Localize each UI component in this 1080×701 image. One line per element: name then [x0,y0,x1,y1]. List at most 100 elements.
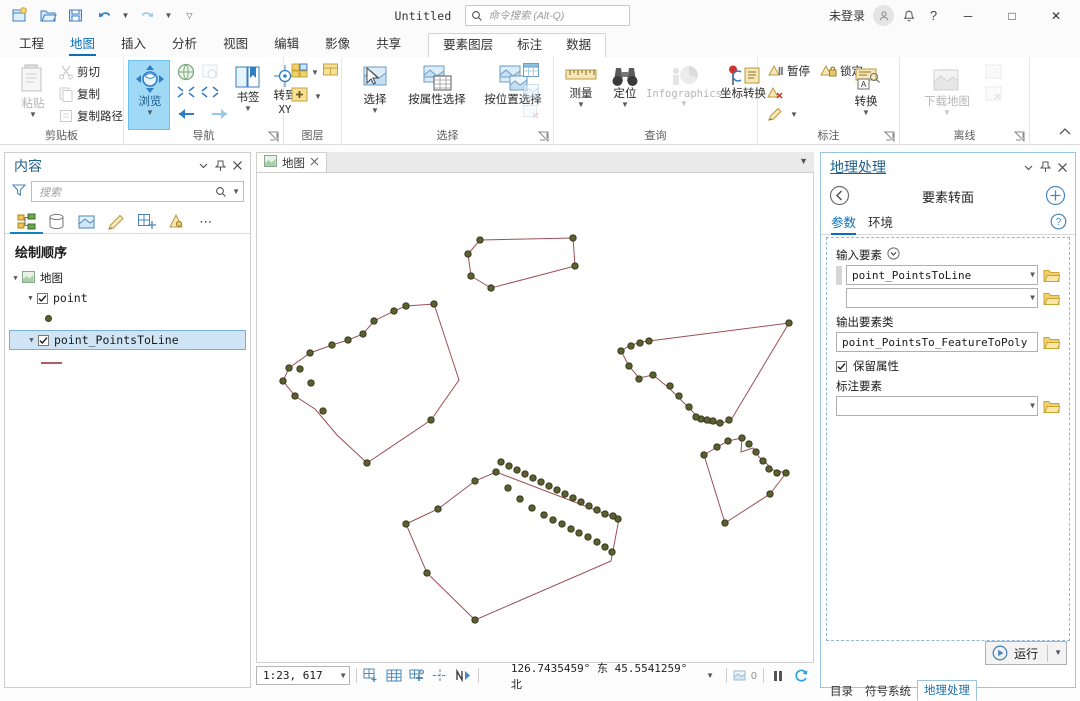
input-features-collapse-icon[interactable] [887,247,900,263]
maximize-button[interactable]: □ [990,0,1034,31]
coordinate-units-dropdown-icon[interactable]: ▼ [706,671,714,680]
labeling-dialog-launcher[interactable] [883,131,895,143]
measure-dropdown-icon[interactable]: ▼ [577,101,585,109]
selected-features-indicator[interactable]: 0 [733,669,757,683]
ribbon-tab-insert[interactable]: 插入 [108,30,159,57]
run-button[interactable]: 运行 ▼ [985,641,1067,665]
input-features-browse-2[interactable] [1042,289,1060,307]
contents-panel-menu-icon[interactable] [195,156,212,176]
add-data-icon[interactable] [363,667,380,685]
convert-labels-button[interactable]: A 转换 ▼ [840,67,892,117]
command-search-input[interactable]: 命令搜索 (Alt-Q) [465,5,631,26]
zoom-to-selection-button[interactable] [522,83,540,102]
toc-tab-editing[interactable] [103,210,130,233]
label-features-combo[interactable]: ▼ [836,396,1038,416]
sync-map-button[interactable] [984,63,1004,84]
bottom-tab-catalog[interactable]: 目录 [824,682,859,701]
download-map-dropdown-icon[interactable]: ▼ [943,109,951,117]
map-tab-overflow-icon[interactable]: ▼ [799,156,808,166]
preserve-attributes-checkbox[interactable] [836,360,847,372]
paste-button[interactable]: 粘贴 ▼ [8,63,58,119]
expand-triangle-icon[interactable]: ▼ [24,294,37,302]
clear-selection-button[interactable] [522,104,540,123]
scale-dropdown-icon[interactable]: ▼ [341,671,346,680]
label-features-browse[interactable] [1042,397,1060,415]
copy-path-button[interactable]: 复制路径 [58,108,123,124]
map-scale-selector[interactable]: 1:23, 617 ▼ [256,666,350,685]
select-by-attribute-button[interactable]: 按属性选择 [400,63,474,107]
back-button[interactable] [829,185,851,207]
toc-tab-labeling[interactable] [163,210,190,233]
toc-checkbox-point-pointstoline[interactable] [38,334,49,346]
attribute-table-button[interactable] [522,62,540,81]
fixed-zoom-in-button[interactable] [200,62,220,85]
tab-parameters[interactable]: 参数 [831,212,857,235]
ribbon-tab-project[interactable]: 工程 [6,30,57,57]
new-layer-dropdown-icon[interactable]: ▼ [314,93,322,101]
toc-tab-selection[interactable] [73,210,100,233]
output-feature-class-input[interactable]: point_PointsTo_FeatureToPoly [836,332,1038,352]
geoprocessing-panel-close-icon[interactable] [1054,157,1071,177]
geoprocessing-panel-menu-icon[interactable] [1020,157,1037,177]
infographics-button[interactable]: Infographics ▼ [646,65,722,108]
toc-item-point[interactable]: ▼ point [5,288,250,308]
ribbon-tab-feature-layer[interactable]: 要素图层 [431,31,505,57]
toc-tab-data-source[interactable] [43,210,70,233]
pause-labeling-button[interactable]: 暂停 [767,63,810,79]
infographics-dropdown-icon[interactable]: ▼ [680,100,688,108]
output-feature-class-browse[interactable] [1042,333,1060,351]
toc-tab-more[interactable]: ⋯ [193,210,220,233]
measure-button[interactable]: 测量 ▼ [560,65,602,109]
bookmarks-button[interactable]: 书签 ▼ [228,63,268,113]
input-features-combo-2[interactable]: ▼ [846,288,1038,308]
new-project-icon[interactable] [7,4,33,28]
basemap-grid-icon[interactable] [386,667,403,685]
add-data-button[interactable] [290,62,310,83]
undo-icon[interactable] [91,4,117,28]
search-options-dropdown-icon[interactable]: ▼ [232,187,240,196]
chevron-down-icon[interactable]: ▼ [1030,402,1035,410]
ribbon-tab-analysis[interactable]: 分析 [159,30,210,57]
basemap-button[interactable] [322,62,339,80]
bottom-tab-symbology[interactable]: 符号系统 [859,682,917,701]
convert-labels-dropdown-icon[interactable]: ▼ [862,109,870,117]
toc-tab-snapping[interactable] [133,210,160,233]
filter-icon[interactable] [11,183,27,200]
new-layer-button[interactable] [290,86,310,107]
customize-qat-icon[interactable]: ▽ [183,4,196,28]
bottom-tab-geoprocessing[interactable]: 地理处理 [917,680,977,701]
remove-offline-map-button[interactable] [984,85,1004,106]
explore-button[interactable]: 浏览 ▼ [128,60,170,130]
snapping-icon[interactable] [409,667,426,685]
pause-drawing-icon[interactable] [770,667,787,685]
toc-item-point-pointstoline[interactable]: ▼ point_PointsToLine [9,330,246,350]
unplaced-labels-button[interactable] [767,85,785,104]
geoprocessing-panel-pin-icon[interactable] [1037,157,1054,177]
preserve-attributes-row[interactable]: 保留属性 [836,358,1060,374]
add-to-favorites-button[interactable] [1045,185,1067,207]
toc-item-map[interactable]: ▼ 地图 [5,268,250,288]
add-data-dropdown-icon[interactable]: ▼ [311,69,319,77]
chevron-down-icon[interactable]: ▼ [1030,271,1035,279]
contents-panel-pin-icon[interactable] [212,156,229,176]
notifications-button[interactable] [896,3,921,28]
run-dropdown-icon[interactable]: ▼ [1054,649,1062,657]
ribbon-tab-data[interactable]: 数据 [554,31,603,57]
select-button[interactable]: 选择 ▼ [352,63,398,115]
refresh-icon[interactable] [793,667,810,685]
input-features-browse-1[interactable] [1042,266,1060,284]
label-symbol-button[interactable]: ▼ [767,107,798,123]
account-button[interactable] [871,3,896,28]
save-project-icon[interactable] [63,4,89,28]
tab-environments[interactable]: 环境 [868,212,893,234]
redo-icon[interactable] [134,4,160,28]
undo-dropdown-icon[interactable]: ▼ [119,4,132,28]
ribbon-tab-labeling[interactable]: 标注 [505,31,554,57]
ribbon-tab-view[interactable]: 视图 [210,30,261,57]
explore-dropdown-icon[interactable]: ▼ [146,109,154,117]
open-project-icon[interactable] [35,4,61,28]
selection-dialog-launcher[interactable] [537,131,549,143]
close-button[interactable]: ✕ [1034,0,1078,31]
input-features-combo-1[interactable]: point_PointsToLine ▼ [846,265,1038,285]
paste-dropdown-icon[interactable]: ▼ [29,111,37,119]
